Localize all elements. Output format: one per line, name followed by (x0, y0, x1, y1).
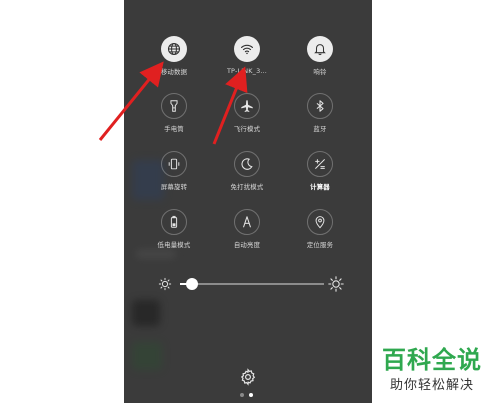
tile-airplane-mode[interactable]: 飞行模式 (219, 93, 275, 133)
tile-wifi[interactable]: TP-LINK_3... (219, 36, 275, 75)
battery-icon (161, 209, 187, 235)
bluetooth-icon (307, 93, 333, 119)
settings-gear-icon[interactable] (239, 368, 257, 386)
tile-screen-rotation[interactable]: 屏幕旋转 (146, 151, 202, 191)
tile-label: 定位服务 (306, 241, 334, 249)
tile-label: 计算器 (310, 183, 330, 191)
watermark-logo: 百科全说 助你轻松解决 (372, 338, 492, 396)
tile-ringer[interactable]: 响铃 (292, 36, 348, 76)
brightness-slider[interactable] (158, 276, 344, 292)
watermark-title: 百科全说 (382, 346, 482, 374)
tile-bluetooth[interactable]: 蓝牙 (292, 93, 348, 133)
tile-label: 自动亮度 (233, 241, 261, 249)
tile-label: 蓝牙 (313, 125, 327, 133)
bell-icon (307, 36, 333, 62)
tile-label: 手电筒 (164, 125, 184, 133)
tile-location-service[interactable]: 定位服务 (292, 209, 348, 249)
tile-label: 免打扰模式 (230, 183, 264, 191)
tile-auto-brightness[interactable]: 自动亮度 (219, 209, 275, 249)
tile-mobile-data[interactable]: 移动数据 (146, 36, 202, 76)
calculator-icon (307, 151, 333, 177)
background-text (136, 250, 176, 258)
tile-flashlight[interactable]: 手电筒 (146, 93, 202, 133)
airplane-icon (234, 93, 260, 119)
tile-label: 飞行模式 (233, 125, 261, 133)
brightness-thumb[interactable] (185, 278, 198, 290)
tile-label: 响铃 (313, 68, 327, 76)
brightness-track[interactable] (180, 278, 324, 290)
page-dot[interactable] (240, 393, 244, 397)
auto-brightness-icon (234, 209, 260, 235)
tile-label: 屏幕旋转 (160, 183, 188, 191)
tile-calculator[interactable]: 计算器 (292, 151, 348, 191)
moon-icon (234, 151, 260, 177)
watermark-subtitle: 助你轻松解决 (389, 378, 474, 393)
location-icon (307, 209, 333, 235)
tile-do-not-disturb[interactable]: 免打扰模式 (219, 151, 275, 191)
rotate-icon (161, 151, 187, 177)
tile-label: 移动数据 (160, 68, 188, 76)
page-indicator (240, 393, 253, 397)
background-app-icon (132, 300, 160, 326)
flashlight-icon (161, 93, 187, 119)
sun-large-icon (328, 276, 344, 292)
wifi-icon (234, 36, 260, 62)
globe-icon (161, 36, 187, 62)
tile-low-power-mode[interactable]: 低电量模式 (146, 209, 202, 249)
background-app-icon (132, 342, 162, 370)
tile-label: 低电量模式 (157, 241, 191, 249)
page-dot-active[interactable] (249, 393, 253, 397)
sun-small-icon (158, 277, 172, 291)
tile-label: TP-LINK_3... (226, 67, 268, 75)
quick-settings-panel: 移动数据 TP-LINK_3... 响铃 手电筒 飞行模式 蓝牙 屏幕旋转 免打… (124, 0, 372, 403)
